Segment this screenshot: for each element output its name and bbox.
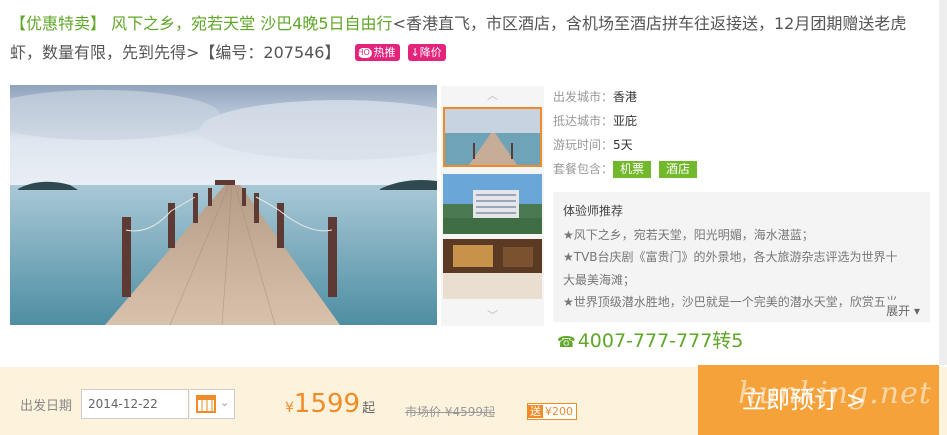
depart-row: 出发城市：香港 — [553, 87, 705, 111]
package-label: 套餐包含： — [553, 162, 614, 176]
duration-row: 游玩时间：5天 — [553, 135, 705, 159]
depart-label: 出发城市： — [553, 90, 614, 104]
package-row: 套餐包含： 机票 酒店 — [553, 159, 705, 183]
arrive-label: 抵达城市： — [553, 114, 614, 128]
price-drop-label: 降价 — [419, 46, 442, 59]
recommend-line: 大最美海滩； — [563, 272, 636, 287]
calendar-icon — [196, 395, 216, 413]
hot-badge-label: 热推 — [373, 46, 396, 59]
date-label: 出发日期 — [20, 399, 73, 414]
gift-label: 送 — [528, 405, 543, 418]
arrive-row: 抵达城市：亚庇 — [553, 111, 705, 135]
chevron-down-icon: ⌄ — [220, 396, 230, 409]
calendar-button[interactable]: ⌄ — [190, 389, 235, 419]
hot-icon: HOT — [357, 48, 375, 58]
thumbnail-hotel-exterior[interactable] — [443, 174, 542, 234]
title-highlight: 风下之乡，宛若天堂 沙巴4晚5日自由行 — [111, 14, 393, 33]
duration-value: 5天 — [613, 138, 633, 152]
market-price: 市场价 ¥4599起 — [405, 405, 495, 419]
departure-date-input[interactable]: 2014-12-22 — [81, 389, 189, 419]
recommend-heading: 体验师推荐 — [563, 204, 624, 218]
expert-recommendation: 体验师推荐 ★风下之乡，宛若天堂，阳光明媚，海水湛蓝； ★TVB台庆剧《富贵门》… — [553, 192, 930, 322]
thumbnail-pier[interactable] — [443, 107, 542, 167]
scroll-up-icon[interactable]: ︿ — [441, 87, 544, 103]
thumbnail-strip: ︿ ﹀ — [441, 86, 544, 326]
trip-info: 出发城市：香港 抵达城市：亚庇 游玩时间：5天 套餐包含： 机票 酒店 — [553, 87, 705, 183]
depart-value: 香港 — [613, 90, 638, 104]
hotline: ☎ 4007-777-777转5 — [557, 326, 743, 353]
recommend-line: ★风下之乡，宛若天堂，阳光明媚，海水湛蓝； — [563, 227, 814, 242]
recommend-line: ★世界顶级潜水胜地，沙巴就是一个完美的潜水天堂，欣赏五光 — [563, 295, 898, 309]
scrollbar[interactable] — [939, 0, 947, 365]
price: ¥1599 起 — [285, 389, 375, 419]
expand-link[interactable]: 展开 ▾ — [886, 299, 920, 322]
gift-value: ¥200 — [545, 405, 573, 418]
duration-label: 游玩时间： — [553, 138, 614, 152]
scroll-down-icon[interactable]: ﹀ — [441, 307, 544, 323]
price-drop-badge: ↓降价 — [407, 44, 446, 61]
arrow-down-icon: ↓ — [410, 46, 420, 59]
price-value: 1599 — [293, 389, 361, 419]
main-photo[interactable] — [10, 85, 437, 325]
hot-badge: HOT热推 — [354, 44, 400, 61]
gift-badge: 送 ¥200 — [527, 403, 577, 420]
phone-icon: ☎ — [557, 333, 576, 351]
product-title: 【优惠特卖】 风下之乡，宛若天堂 沙巴4晚5日自由行<香港直飞，市区酒店，含机场… — [10, 9, 910, 67]
arrive-value: 亚庇 — [613, 114, 638, 128]
currency-symbol: ¥ — [285, 400, 294, 416]
title-tag: 【优惠特卖】 — [10, 14, 107, 33]
price-suffix: 起 — [362, 401, 376, 416]
thumbnail-hotel-room[interactable] — [443, 239, 542, 299]
phone-number: 4007-777-777转5 — [577, 330, 744, 352]
watermark: hunking.net — [738, 376, 932, 411]
package-hotel: 酒店 — [659, 161, 698, 178]
package-flight: 机票 — [613, 161, 652, 178]
recommend-line: ★TVB台庆剧《富贵门》的外景地，各大旅游杂志评选为世界十 — [563, 250, 898, 264]
